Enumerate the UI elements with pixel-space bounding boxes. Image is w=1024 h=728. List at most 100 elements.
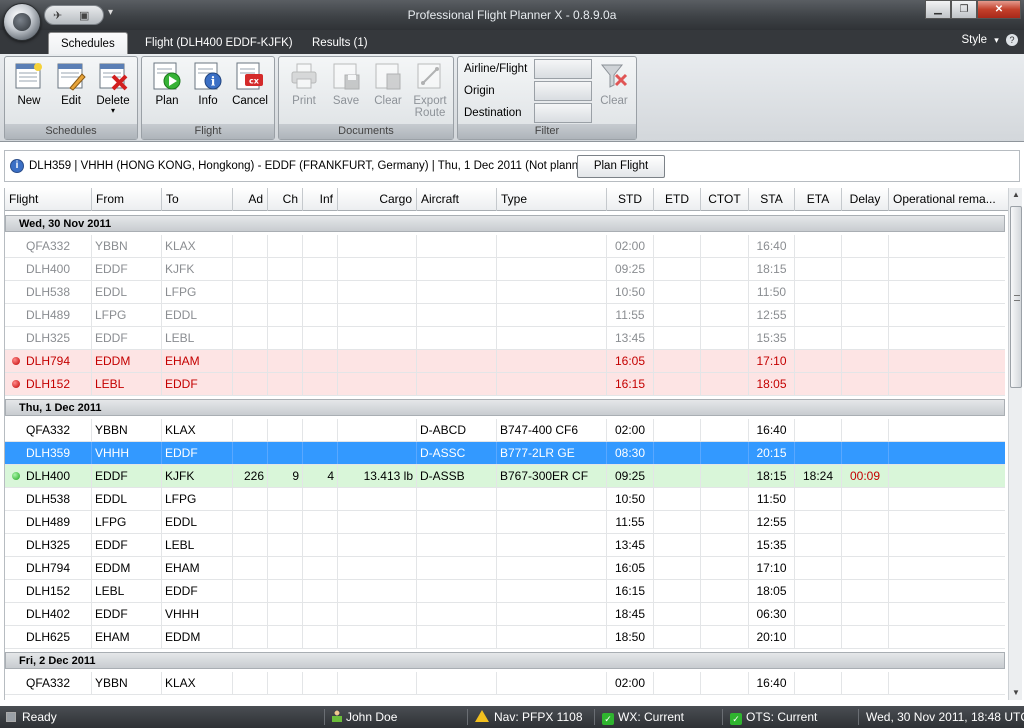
scroll-up-icon[interactable]: ▲ — [1009, 188, 1023, 202]
cell-inf — [303, 419, 338, 441]
save-doc-icon — [333, 63, 360, 90]
maximize-button[interactable]: ❐ — [951, 0, 977, 19]
table-row[interactable]: DLH325 EDDF LEBL 13:45 15:35 — [5, 327, 1005, 350]
cell-delay — [842, 511, 889, 533]
cell-to: KJFK — [162, 258, 233, 280]
cell-sta: 18:15 — [749, 465, 795, 487]
planned-status-icon — [12, 472, 20, 480]
table-row[interactable]: DLH400 EDDF KJFK 226 9 4 13.413 lb D-ASSB B767-3… — [5, 465, 1005, 488]
tab-schedules[interactable]: Schedules — [48, 32, 128, 54]
cell-flight: DLH325 — [23, 534, 92, 556]
table-row[interactable]: DLH402 EDDF VHHH 18:45 06:30 — [5, 603, 1005, 626]
cell-eta — [795, 672, 842, 694]
cell-type — [497, 626, 607, 648]
column-header-flight[interactable]: Flight — [5, 188, 92, 211]
table-row[interactable]: DLH359 VHHH EDDF D-ASSC B777-2LR GE 08:30 20:1… — [5, 442, 1005, 465]
date-group-row[interactable]: Fri, 2 Dec 2011 — [5, 649, 1005, 672]
column-header-delay[interactable]: Delay — [842, 188, 889, 211]
plan-flight-button[interactable]: Plan Flight — [577, 155, 665, 178]
column-header-ctot[interactable]: CTOT — [701, 188, 749, 211]
cell-ch — [268, 373, 303, 395]
cell-std: 10:50 — [607, 281, 654, 303]
edit-button[interactable]: Edit — [51, 61, 91, 107]
clear-filter-button[interactable]: Clear — [594, 61, 634, 107]
table-row[interactable]: DLH325 EDDF LEBL 13:45 15:35 — [5, 534, 1005, 557]
export-route-button[interactable]: Export Route — [410, 61, 450, 119]
plan-button[interactable]: Plan — [147, 61, 187, 107]
cell-flight: DLH325 — [23, 327, 92, 349]
cell-eta — [795, 281, 842, 303]
column-header-aircraft[interactable]: Aircraft — [417, 188, 497, 211]
cell-delay — [842, 281, 889, 303]
grid-header: Flight From To Ad Ch Inf Cargo Aircraft Type STD E… — [5, 188, 1008, 211]
column-header-to[interactable]: To — [162, 188, 233, 211]
table-row[interactable]: DLH794 EDDM EHAM 16:05 17:10 — [5, 557, 1005, 580]
column-header-from[interactable]: From — [92, 188, 162, 211]
new-button[interactable]: New — [9, 61, 49, 107]
cancel-button[interactable]: cx Cancel — [230, 61, 270, 107]
cell-delay — [842, 442, 889, 464]
cell-flight: DLH400 — [23, 258, 92, 280]
cell-ad — [233, 442, 268, 464]
table-row[interactable]: DLH489 LFPG EDDL 11:55 12:55 — [5, 304, 1005, 327]
column-header-etd[interactable]: ETD — [654, 188, 701, 211]
delete-button[interactable]: Delete ▾ — [93, 61, 133, 115]
cell-type — [497, 327, 607, 349]
table-row[interactable]: DLH625 EHAM EDDM 18:50 20:10 — [5, 626, 1005, 649]
table-row[interactable]: DLH538 EDDL LFPG 10:50 11:50 — [5, 488, 1005, 511]
cell-delay — [842, 557, 889, 579]
table-row[interactable]: QFA332 YBBN KLAX D-ABCD B747-400 CF6 02:00 16:… — [5, 419, 1005, 442]
help-icon[interactable]: ? — [1006, 34, 1018, 46]
table-row[interactable]: DLH794 EDDM EHAM 16:05 17:10 — [5, 350, 1005, 373]
table-row[interactable]: DLH152 LEBL EDDF 16:15 18:05 — [5, 580, 1005, 603]
scroll-down-icon[interactable]: ▼ — [1009, 686, 1023, 700]
column-header-std[interactable]: STD — [607, 188, 654, 211]
column-header-ad[interactable]: Ad — [233, 188, 268, 211]
table-row[interactable]: DLH489 LFPG EDDL 11:55 12:55 — [5, 511, 1005, 534]
scrollbar-thumb[interactable] — [1010, 206, 1022, 388]
table-row[interactable]: QFA332 YBBN KLAX 02:00 16:40 — [5, 235, 1005, 258]
column-header-inf[interactable]: Inf — [303, 188, 338, 211]
cell-ad — [233, 626, 268, 648]
cell-ad — [233, 419, 268, 441]
cell-eta: 18:24 — [795, 465, 842, 487]
save-button[interactable]: Save — [326, 61, 366, 107]
vertical-scrollbar[interactable]: ▲ ▼ — [1008, 188, 1022, 700]
tab-flight[interactable]: Flight (DLH400 EDDF-KJFK) — [133, 32, 305, 54]
cell-flight: DLH794 — [23, 557, 92, 579]
cell-eta — [795, 626, 842, 648]
column-header-ch[interactable]: Ch — [268, 188, 303, 211]
column-header-type[interactable]: Type — [497, 188, 607, 211]
cell-remarks — [889, 672, 1008, 694]
cell-ad — [233, 327, 268, 349]
cell-cargo — [338, 442, 417, 464]
table-row[interactable]: DLH152 LEBL EDDF 16:15 18:05 — [5, 373, 1005, 396]
date-group-row[interactable]: Wed, 30 Nov 2011 — [5, 212, 1005, 235]
cell-remarks — [889, 235, 1008, 257]
new-schedule-icon — [15, 63, 42, 89]
column-header-cargo[interactable]: Cargo — [338, 188, 417, 211]
application-menu-button[interactable] — [3, 3, 41, 41]
print-button[interactable]: Print — [284, 61, 324, 107]
status-user: John Doe — [346, 710, 398, 724]
style-menu[interactable]: Style ▾ ? — [961, 34, 1018, 46]
table-row[interactable]: DLH538 EDDL LFPG 10:50 11:50 — [5, 281, 1005, 304]
date-group-row[interactable]: Thu, 1 Dec 2011 — [5, 396, 1005, 419]
destination-field[interactable] — [534, 103, 592, 123]
clear-documents-button[interactable]: Clear — [368, 61, 408, 107]
table-row[interactable]: QFA332 YBBN KLAX 02:00 16:40 — [5, 672, 1005, 695]
minimize-button[interactable]: ▁ — [925, 0, 951, 19]
tab-results[interactable]: Results (1) — [300, 32, 380, 54]
cell-from: VHHH — [92, 442, 162, 464]
column-header-sta[interactable]: STA — [749, 188, 795, 211]
cell-cargo — [338, 672, 417, 694]
close-button[interactable]: ✕ — [977, 0, 1021, 19]
cell-std: 02:00 — [607, 235, 654, 257]
cell-eta — [795, 442, 842, 464]
column-header-remarks[interactable]: Operational rema... — [889, 188, 1008, 211]
origin-field[interactable] — [534, 81, 592, 101]
airline-flight-field[interactable] — [534, 59, 592, 79]
info-button[interactable]: i Info — [188, 61, 228, 107]
column-header-eta[interactable]: ETA — [795, 188, 842, 211]
table-row[interactable]: DLH400 EDDF KJFK 09:25 18:15 — [5, 258, 1005, 281]
